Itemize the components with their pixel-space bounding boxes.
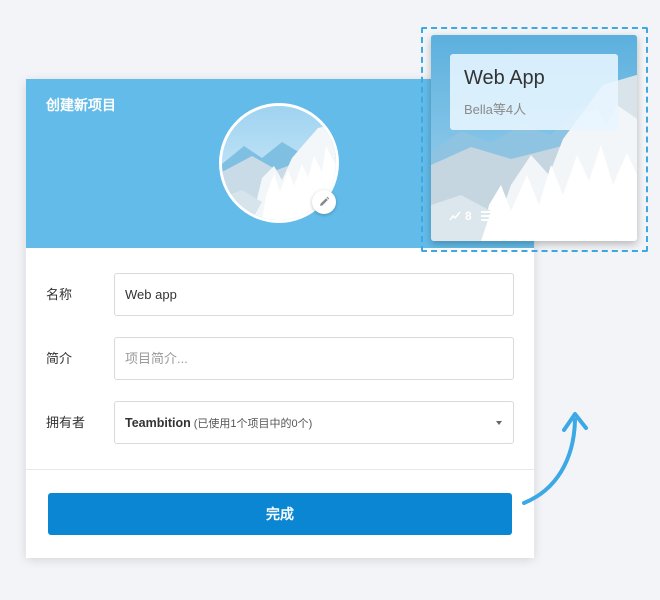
done-button[interactable]: 完成 (48, 493, 512, 535)
activity-count: 8 (465, 209, 472, 223)
files-stat: 3 (519, 209, 540, 223)
project-card[interactable]: Web App Bella等4人 8 27 3 (431, 35, 637, 241)
name-input[interactable] (114, 273, 514, 316)
tasks-count: 27 (496, 209, 511, 223)
tasks-stat: 27 (480, 209, 511, 223)
card-members: Bella等4人 (464, 102, 527, 117)
owner-select[interactable]: Teambition (已使用1个项目中的0个) (114, 401, 514, 444)
pencil-icon (320, 196, 330, 206)
owner-usage-note: (已使用1个项目中的0个) (193, 418, 313, 430)
owner-value: Teambition (125, 416, 191, 430)
trend-icon (449, 211, 461, 221)
card-info-box: Web App Bella等4人 (450, 54, 618, 130)
file-icon (519, 210, 529, 222)
name-label: 名称 (46, 287, 73, 302)
dialog-title: 创建新项目 (46, 97, 116, 113)
intro-row: 简介 (26, 337, 534, 381)
footer-divider (26, 469, 534, 470)
caret-down-icon (496, 421, 502, 425)
name-row: 名称 (26, 273, 534, 317)
intro-label: 简介 (46, 351, 73, 366)
owner-label: 拥有者 (46, 415, 86, 430)
card-stats: 8 27 3 (449, 209, 549, 223)
edit-cover-button[interactable] (312, 190, 336, 214)
owner-row: 拥有者 Teambition (已使用1个项目中的0个) (26, 401, 534, 445)
intro-input[interactable] (114, 337, 514, 380)
card-title: Web App (464, 67, 545, 89)
activity-stat: 8 (449, 209, 472, 223)
list-icon (480, 211, 493, 221)
files-count: 3 (533, 209, 540, 223)
